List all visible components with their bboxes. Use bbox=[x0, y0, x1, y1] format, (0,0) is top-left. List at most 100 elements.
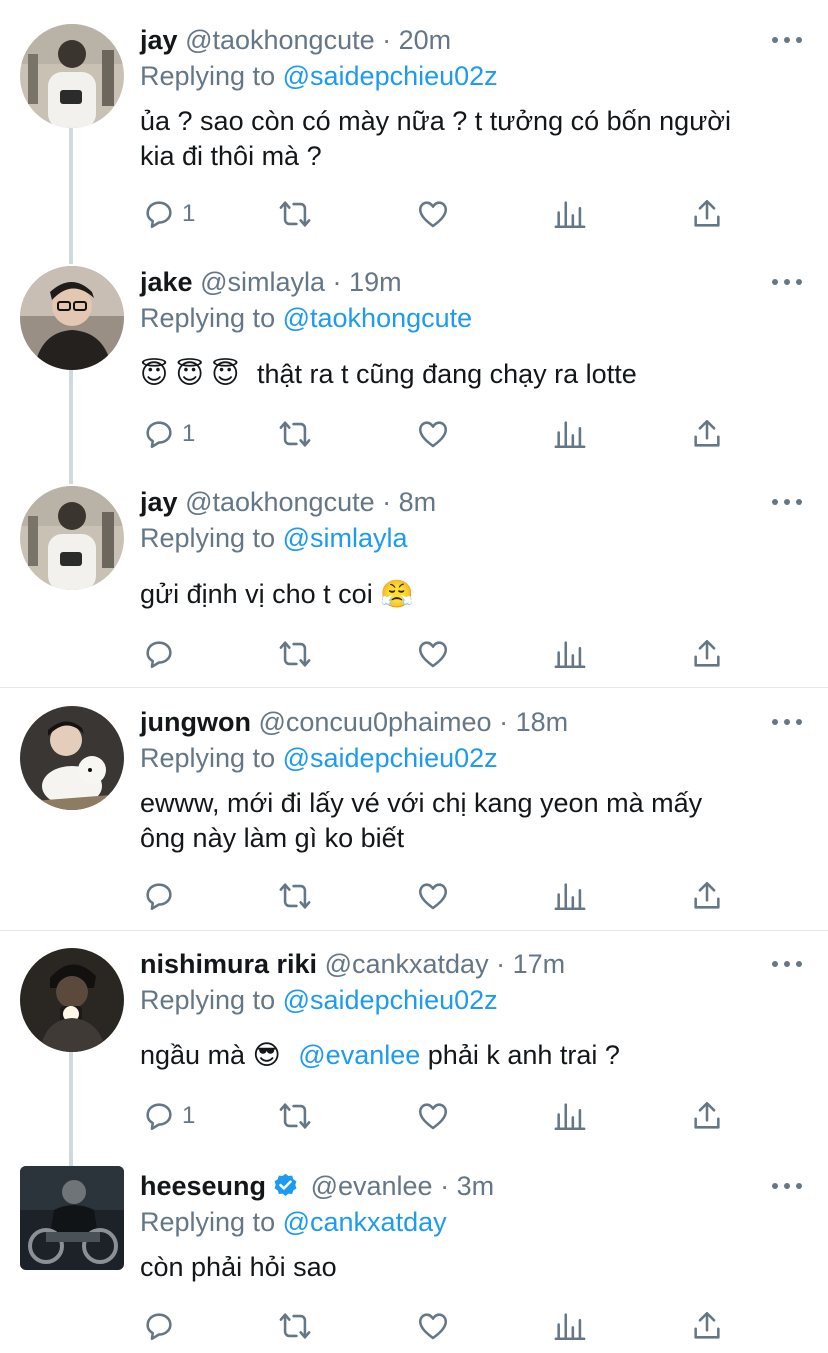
retweet-icon bbox=[279, 1103, 311, 1129]
retweet-button[interactable] bbox=[278, 1306, 312, 1346]
reply-button[interactable] bbox=[142, 634, 176, 674]
timestamp[interactable]: 8m bbox=[399, 487, 437, 517]
reply-icon bbox=[146, 421, 172, 449]
replying-mention[interactable]: @simlayla bbox=[283, 523, 408, 553]
separator-dot: · bbox=[382, 25, 392, 55]
tweet[interactable]: jay @taokhongcute · 20m Replying to @sai… bbox=[0, 0, 828, 262]
share-button[interactable] bbox=[690, 876, 724, 916]
tweet[interactable]: heeseung @evanlee · 3m Replying to @cank… bbox=[0, 1146, 828, 1353]
like-icon bbox=[418, 421, 448, 448]
avatar[interactable] bbox=[20, 706, 124, 810]
more-icon[interactable] bbox=[772, 959, 802, 969]
more-icon[interactable] bbox=[772, 35, 802, 45]
share-button[interactable] bbox=[690, 634, 724, 674]
avatar[interactable] bbox=[20, 266, 124, 370]
avatar[interactable] bbox=[20, 948, 124, 1052]
more-icon[interactable] bbox=[772, 717, 802, 727]
separator-dot: · bbox=[499, 707, 509, 737]
retweet-button[interactable] bbox=[278, 876, 312, 916]
tweet-header: jungwon @concuu0phaimeo · 18m bbox=[140, 704, 568, 740]
timestamp[interactable]: 18m bbox=[516, 707, 569, 737]
more-icon[interactable] bbox=[772, 497, 802, 507]
analytics-button[interactable] bbox=[553, 634, 587, 674]
like-button[interactable] bbox=[416, 876, 450, 916]
reply-button[interactable] bbox=[142, 1306, 176, 1346]
tweet[interactable]: jungwon @concuu0phaimeo · 18m Replying t… bbox=[0, 682, 828, 930]
separator-dot: · bbox=[382, 487, 392, 517]
analytics-button[interactable] bbox=[553, 1096, 587, 1136]
like-button[interactable] bbox=[416, 194, 450, 234]
timestamp[interactable]: 3m bbox=[457, 1171, 495, 1201]
display-name[interactable]: jay bbox=[140, 487, 178, 517]
retweet-button[interactable] bbox=[278, 194, 312, 234]
user-handle[interactable]: @cankxatday bbox=[325, 949, 489, 979]
tweet[interactable]: jake @simlayla · 19m Replying to @taokho… bbox=[0, 242, 828, 482]
sunglasses-emoji: 😎 bbox=[252, 1040, 281, 1070]
share-button[interactable] bbox=[690, 1096, 724, 1136]
user-handle[interactable]: @evanlee bbox=[311, 1171, 433, 1201]
like-icon bbox=[418, 1103, 448, 1130]
like-button[interactable] bbox=[416, 1096, 450, 1136]
reply-button[interactable]: 1 bbox=[142, 414, 195, 454]
reply-count: 1 bbox=[182, 1102, 196, 1129]
reply-button[interactable] bbox=[142, 876, 176, 916]
reply-button[interactable]: 1 bbox=[142, 194, 195, 234]
user-handle[interactable]: @concuu0phaimeo bbox=[258, 707, 491, 737]
tweet[interactable]: jay @taokhongcute · 8m Replying to @siml… bbox=[0, 462, 828, 688]
user-handle[interactable]: @taokhongcute bbox=[185, 487, 375, 517]
analytics-button[interactable] bbox=[553, 194, 587, 234]
reply-button[interactable]: 1 bbox=[142, 1096, 195, 1136]
like-icon bbox=[418, 201, 448, 228]
replying-mention[interactable]: @saidepchieu02z bbox=[283, 61, 498, 91]
analytics-icon bbox=[554, 421, 586, 449]
share-button[interactable] bbox=[690, 1306, 724, 1346]
more-icon[interactable] bbox=[772, 1181, 802, 1191]
replying-mention[interactable]: @taokhongcute bbox=[283, 303, 473, 333]
like-button[interactable] bbox=[416, 414, 450, 454]
replying-mention[interactable]: @cankxatday bbox=[283, 1207, 447, 1237]
avatar[interactable] bbox=[20, 1166, 124, 1270]
user-handle[interactable]: @simlayla bbox=[200, 267, 325, 297]
analytics-icon bbox=[554, 641, 586, 669]
display-name[interactable]: jake bbox=[140, 267, 193, 297]
analytics-button[interactable] bbox=[553, 876, 587, 916]
reply-icon bbox=[146, 883, 172, 911]
timestamp[interactable]: 20m bbox=[399, 25, 452, 55]
analytics-button[interactable] bbox=[553, 414, 587, 454]
user-handle[interactable]: @taokhongcute bbox=[185, 25, 375, 55]
like-button[interactable] bbox=[416, 634, 450, 674]
retweet-button[interactable] bbox=[278, 1096, 312, 1136]
replying-mention[interactable]: @saidepchieu02z bbox=[283, 743, 498, 773]
mention-link[interactable]: @evanlee bbox=[298, 1040, 420, 1070]
more-icon[interactable] bbox=[772, 277, 802, 287]
reply-icon bbox=[146, 1103, 172, 1131]
avatar[interactable] bbox=[20, 486, 124, 590]
tweet-text: còn phải hỏi sao bbox=[140, 1250, 800, 1285]
retweet-icon bbox=[279, 883, 311, 909]
share-button[interactable] bbox=[690, 414, 724, 454]
retweet-button[interactable] bbox=[278, 634, 312, 674]
timestamp[interactable]: 19m bbox=[349, 267, 402, 297]
like-button[interactable] bbox=[416, 1306, 450, 1346]
replying-label: Replying to bbox=[140, 523, 276, 553]
display-name[interactable]: nishimura riki bbox=[140, 949, 317, 979]
replying-label: Replying to bbox=[140, 985, 276, 1015]
like-icon bbox=[418, 1313, 448, 1340]
tweet-header: jay @taokhongcute · 20m bbox=[140, 22, 451, 58]
display-name[interactable]: jay bbox=[140, 25, 178, 55]
reply-icon bbox=[146, 641, 172, 669]
replying-mention[interactable]: @saidepchieu02z bbox=[283, 985, 498, 1015]
share-icon bbox=[694, 1311, 720, 1339]
share-button[interactable] bbox=[690, 194, 724, 234]
display-name[interactable]: heeseung bbox=[140, 1171, 266, 1201]
timestamp[interactable]: 17m bbox=[513, 949, 566, 979]
replying-to: Replying to @simlayla bbox=[140, 520, 408, 556]
avatar[interactable] bbox=[20, 24, 124, 128]
retweet-button[interactable] bbox=[278, 414, 312, 454]
analytics-button[interactable] bbox=[553, 1306, 587, 1346]
tweet-text-segment: phải k anh trai ? bbox=[427, 1040, 620, 1070]
tweet[interactable]: nishimura riki @cankxatday · 17m Replyin… bbox=[0, 924, 828, 1148]
reply-icon bbox=[146, 1313, 172, 1341]
tweet-actions bbox=[140, 876, 740, 916]
display-name[interactable]: jungwon bbox=[140, 707, 251, 737]
